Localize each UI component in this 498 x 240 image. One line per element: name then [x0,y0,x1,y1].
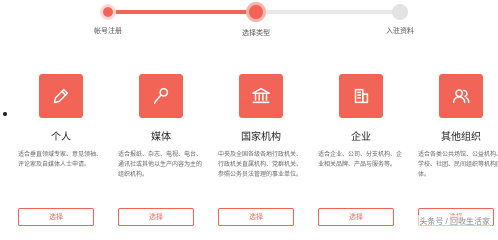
card-personal: 个人 适合垂直领域专家、意见领袖、评论家及自媒体人士申请。 选择 [16,74,106,226]
card-title: 媒体 [151,132,171,143]
step-label: 选择类型 [242,30,270,37]
select-government-button[interactable]: 选择 [218,208,294,226]
government-building-icon [239,74,283,118]
card-title: 个人 [51,132,71,143]
select-personal-button[interactable]: 选择 [18,208,94,226]
card-media: 媒体 适合报纸、杂志、电视、电台、通讯社或其他以生产内容为主的组织机构。 选择 [116,74,206,226]
bullet-dot [3,112,7,116]
pen-icon [39,74,83,118]
card-description: 适合垂直领域专家、意见领袖、评论家及自媒体人士申请。 [18,152,103,168]
step-label: 帐号注册 [94,28,122,35]
step-dot-done [100,4,116,20]
office-building-icon [339,74,383,118]
card-title: 企业 [351,132,371,143]
card-other-organization: 其他组织 适合各类公共场馆、公益机构、学校、社团、民间组织等机构团体。 选择 [416,74,498,226]
step-settle-info: 入驻资料 [360,0,440,36]
step-dot-active [246,2,266,22]
card-title: 国家机构 [241,132,281,143]
card-description: 适合各类公共场馆、公益机构、学校、社团、民间组织等机构团体。 [418,152,498,178]
card-enterprise: 企业 适合企业、公司、分支机构、企业相关品牌、产品与服务等。 选择 [316,74,406,226]
card-description: 适合报纸、杂志、电视、电台、通讯社或其他以生产内容为主的组织机构。 [118,152,203,178]
select-media-button[interactable]: 选择 [118,208,194,226]
card-government: 国家机构 中央及全国各级各地行政机关、行政机关直属机构、党群机关、参照公务员法管… [216,74,306,226]
step-label: 入驻资料 [386,28,414,35]
watermark: 头条号 / 回收生活家 [417,215,492,228]
step-dot-todo [392,4,408,20]
card-title: 其他组织 [441,132,481,143]
select-enterprise-button[interactable]: 选择 [318,208,394,226]
microphone-icon [139,74,183,118]
account-type-cards: 个人 适合垂直领域专家、意见领袖、评论家及自媒体人士申请。 选择 媒体 适合报纸… [10,74,498,232]
card-description: 中央及全国各级各地行政机关、行政机关直属机构、党群机关、参照公务员法管理的事业单… [218,152,303,178]
step-progress: 帐号注册 选择类型 入驻资料 [0,0,498,44]
step-account-register: 帐号注册 [68,0,148,36]
step-select-type: 选择类型 [216,0,296,38]
card-description: 适合企业、公司、分支机构、企业相关品牌、产品与服务等。 [318,152,403,168]
group-icon [439,74,483,118]
